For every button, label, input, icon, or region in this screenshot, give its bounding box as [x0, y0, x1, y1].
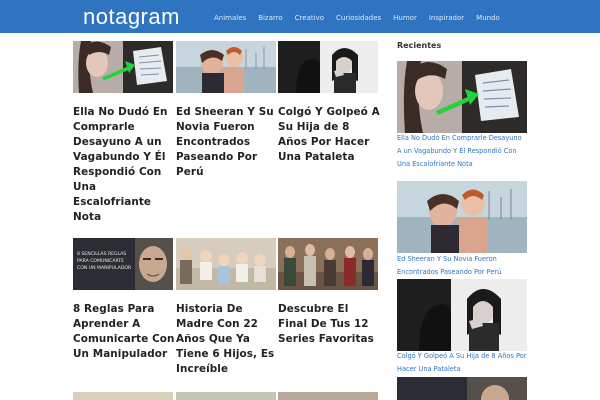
article-title[interactable]: Descubre El Final De Tus 12 Series Favor…	[278, 302, 380, 347]
nav-item-inspirador[interactable]: Inspirador	[423, 0, 470, 33]
article-thumbnail-babies[interactable]	[176, 238, 276, 290]
article-title[interactable]: 8 Reglas Para Aprender A Comunicarte Con…	[73, 302, 175, 362]
article-thumbnail-partial[interactable]	[278, 392, 378, 400]
nav-item-animales[interactable]: Animales	[208, 0, 252, 33]
sidebar-caption[interactable]: Ella No Dudó En Comprarle Desayuno A un …	[397, 132, 527, 171]
sidebar-caption[interactable]: Colgó Y Golpeó A Su Hija de 8 Años Por H…	[397, 350, 527, 376]
nav-item-humor[interactable]: Humor	[387, 0, 423, 33]
sidebar-caption[interactable]: Ed Sheeran Y Su Novia Fueron Encontrados…	[397, 253, 527, 279]
main-nav: Animales Bizarro Creativo Curiosidades H…	[208, 0, 506, 33]
site-logo[interactable]: notagram	[83, 4, 180, 30]
svg-text:CON UN MANIPULADOR: CON UN MANIPULADOR	[77, 265, 132, 271]
article-thumbnail-manipulator[interactable]: 8 SENCILLAS REGLAS PARA COMUNICARTE CON …	[73, 238, 173, 290]
article-title[interactable]: Historia De Madre Con 22 Años Que Ya Tie…	[176, 302, 278, 377]
article-thumbnail-crying-girl[interactable]	[278, 41, 378, 93]
article-title[interactable]: Ed Sheeran Y Su Novia Fueron Encontrados…	[176, 105, 278, 180]
nav-item-mundo[interactable]: Mundo	[470, 0, 506, 33]
nav-item-bizarro[interactable]: Bizarro	[252, 0, 288, 33]
site-header: notagram Animales Bizarro Creativo Curio…	[0, 0, 600, 33]
article-thumbnail-woman-note[interactable]	[73, 41, 173, 93]
article-thumbnail-couple-beach[interactable]	[176, 41, 276, 93]
article-thumbnail-partial[interactable]	[73, 392, 173, 400]
sidebar-thumbnail-manipulator[interactable]	[397, 377, 527, 400]
article-title[interactable]: Colgó Y Golpeó A Su Hija de 8 Años Por H…	[278, 105, 380, 165]
article-thumbnail-tv-cast[interactable]	[278, 238, 378, 290]
nav-item-curiosidades[interactable]: Curiosidades	[330, 0, 387, 33]
svg-text:8 SENCILLAS REGLAS: 8 SENCILLAS REGLAS	[77, 251, 126, 257]
svg-text:PARA COMUNICARTE: PARA COMUNICARTE	[77, 258, 124, 264]
nav-item-creativo[interactable]: Creativo	[289, 0, 330, 33]
sidebar-thumbnail-couple-beach[interactable]	[397, 181, 527, 253]
article-title[interactable]: Ella No Dudó En Comprarle Desayuno A un …	[73, 105, 175, 225]
sidebar-thumbnail-crying-girl[interactable]	[397, 279, 527, 351]
sidebar-heading: Recientes	[397, 41, 442, 50]
sidebar-thumbnail-woman-note[interactable]	[397, 61, 527, 133]
article-thumbnail-partial[interactable]	[176, 392, 276, 400]
